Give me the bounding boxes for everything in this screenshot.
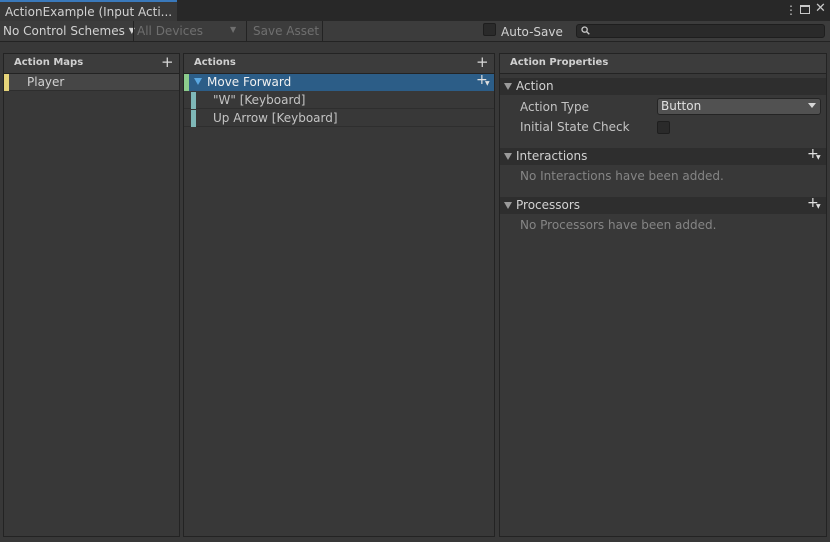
interactions-empty-text: No Interactions have been added.	[520, 169, 724, 183]
devices-dropdown[interactable]: All Devices	[137, 24, 203, 38]
save-asset-button[interactable]: Save Asset	[253, 24, 319, 38]
control-schemes-label: No Control Schemes	[3, 24, 125, 38]
auto-save-checkbox[interactable]	[483, 23, 496, 36]
action-map-color-stripe	[4, 74, 9, 91]
action-type-label: Action Type	[520, 100, 589, 114]
action-map-item[interactable]: Player	[4, 74, 179, 91]
action-maps-panel: Action Maps + Player	[3, 53, 180, 537]
actions-panel: Actions + Move Forward + ▼ "W" [Keyboard…	[183, 53, 495, 537]
search-input[interactable]	[576, 24, 825, 38]
action-item-selected[interactable]: Move Forward + ▼	[184, 72, 494, 91]
interactions-section-header[interactable]: Interactions + ▼	[500, 146, 826, 165]
devices-dropdown-arrow-icon: ▼	[230, 25, 237, 34]
action-type-value: Button	[661, 99, 702, 113]
action-maps-header: Action Maps +	[4, 53, 179, 74]
action-properties-header: Action Properties	[500, 54, 826, 74]
expand-triangle-icon	[504, 153, 512, 160]
action-properties-title: Action Properties	[510, 57, 609, 68]
chevron-down-icon	[808, 103, 816, 108]
add-action-map-icon[interactable]: +	[161, 53, 174, 71]
toolbar-separator	[133, 21, 134, 41]
expand-triangle-icon	[504, 202, 512, 209]
action-label: Move Forward	[207, 75, 292, 89]
action-properties-panel: Action Properties Action Action Type But…	[499, 53, 827, 537]
binding-label: "W" [Keyboard]	[213, 93, 306, 107]
expand-triangle-icon	[504, 83, 512, 90]
processors-section-title: Processors	[516, 198, 581, 212]
action-section-title: Action	[516, 79, 554, 93]
toolbar-separator	[322, 21, 323, 41]
actions-header: Actions +	[184, 53, 494, 74]
binding-label: Up Arrow [Keyboard]	[213, 111, 338, 125]
close-icon[interactable]: ✕	[815, 2, 826, 16]
binding-color-stripe	[191, 92, 196, 109]
maximize-icon[interactable]	[800, 5, 810, 14]
save-asset-label: Save Asset	[253, 24, 320, 38]
action-map-label: Player	[27, 75, 65, 89]
binding-color-stripe	[191, 110, 196, 127]
initial-state-checkbox[interactable]	[657, 121, 670, 134]
window-tab[interactable]: ActionExample (Input Acti...	[0, 0, 177, 21]
toolbar-separator	[246, 21, 247, 41]
add-processor-dropdown-icon[interactable]: ▼	[816, 203, 821, 210]
auto-save-label: Auto-Save	[501, 25, 563, 39]
processors-empty-text: No Processors have been added.	[520, 218, 717, 232]
action-section-header[interactable]: Action	[500, 78, 826, 95]
processors-section-header[interactable]: Processors + ▼	[500, 195, 826, 214]
expand-triangle-icon[interactable]	[194, 78, 202, 85]
initial-state-check-label: Initial State Check	[520, 120, 630, 134]
search-icon	[581, 26, 590, 35]
action-type-dropdown[interactable]: Button	[657, 98, 821, 115]
binding-item[interactable]: "W" [Keyboard]	[184, 92, 494, 109]
actions-title: Actions	[194, 57, 236, 68]
devices-label: All Devices	[137, 24, 203, 38]
add-interaction-dropdown-icon[interactable]: ▼	[816, 154, 821, 161]
window-tab-title: ActionExample (Input Acti...	[5, 5, 173, 19]
binding-item[interactable]: Up Arrow [Keyboard]	[184, 110, 494, 127]
interactions-section-title: Interactions	[516, 149, 588, 163]
add-action-icon[interactable]: +	[476, 53, 489, 71]
add-binding-dropdown-icon[interactable]: ▼	[485, 80, 490, 87]
control-schemes-dropdown[interactable]: No Control Schemes ▼	[3, 24, 135, 38]
action-maps-title: Action Maps	[14, 57, 84, 68]
kebab-menu-icon[interactable]: ⋮	[785, 3, 797, 17]
action-color-stripe	[184, 74, 189, 91]
